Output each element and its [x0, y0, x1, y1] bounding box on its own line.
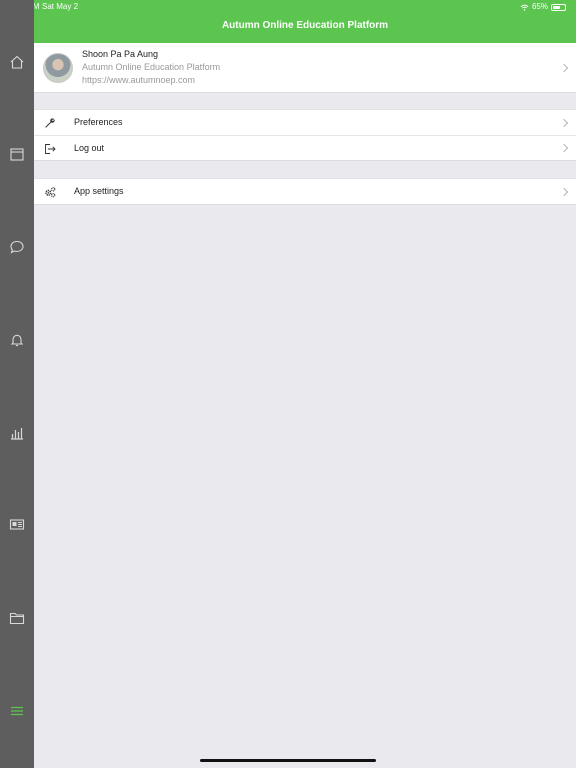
gears-icon	[43, 185, 56, 198]
files-icon[interactable]	[8, 609, 26, 627]
settings-menu-group: App settings	[34, 178, 576, 205]
home-indicator[interactable]	[200, 759, 376, 762]
site-name: Autumn Online Education Platform	[82, 62, 221, 72]
preferences-label: Preferences	[74, 117, 123, 127]
notifications-icon[interactable]	[8, 331, 26, 349]
user-name: Shoon Pa Pa Aung	[82, 49, 159, 59]
preferences-row[interactable]: Preferences	[34, 110, 576, 135]
user-profile-row[interactable]: Shoon Pa Pa Aung Autumn Online Education…	[34, 43, 576, 93]
app-header: 1:57 AM Sat May 2 65% Autumn Online Educ…	[0, 0, 576, 43]
status-bar: 1:57 AM Sat May 2 65%	[0, 0, 576, 14]
chevron-right-icon	[559, 63, 569, 72]
battery-icon	[551, 3, 566, 11]
logout-label: Log out	[74, 143, 105, 153]
messages-icon[interactable]	[8, 238, 26, 256]
chevron-right-icon	[559, 118, 569, 127]
wrench-icon	[43, 116, 56, 129]
news-icon[interactable]	[8, 515, 26, 533]
wifi-icon	[520, 4, 529, 11]
more-menu-icon[interactable]	[8, 702, 26, 720]
avatar	[43, 53, 73, 83]
logout-row[interactable]: Log out	[34, 135, 576, 160]
status-indicators: 65%	[520, 0, 566, 14]
calendar-icon[interactable]	[8, 145, 26, 163]
main-content: Shoon Pa Pa Aung Autumn Online Education…	[34, 43, 576, 205]
app-settings-row[interactable]: App settings	[34, 179, 576, 204]
home-icon[interactable]	[8, 53, 26, 71]
page-title: Autumn Online Education Platform	[221, 20, 389, 31]
grades-icon[interactable]	[8, 424, 26, 442]
chevron-right-icon	[559, 187, 569, 196]
app-settings-label: App settings	[74, 186, 124, 196]
chevron-right-icon	[559, 143, 569, 153]
status-date: Sat May 2	[42, 2, 79, 11]
site-url: https://www.autumnoep.com	[82, 75, 196, 85]
logout-icon	[43, 142, 56, 155]
battery-percentage: 65%	[531, 2, 548, 11]
sidebar-nav	[0, 0, 34, 768]
account-menu-group: Preferences Log out	[34, 109, 576, 161]
